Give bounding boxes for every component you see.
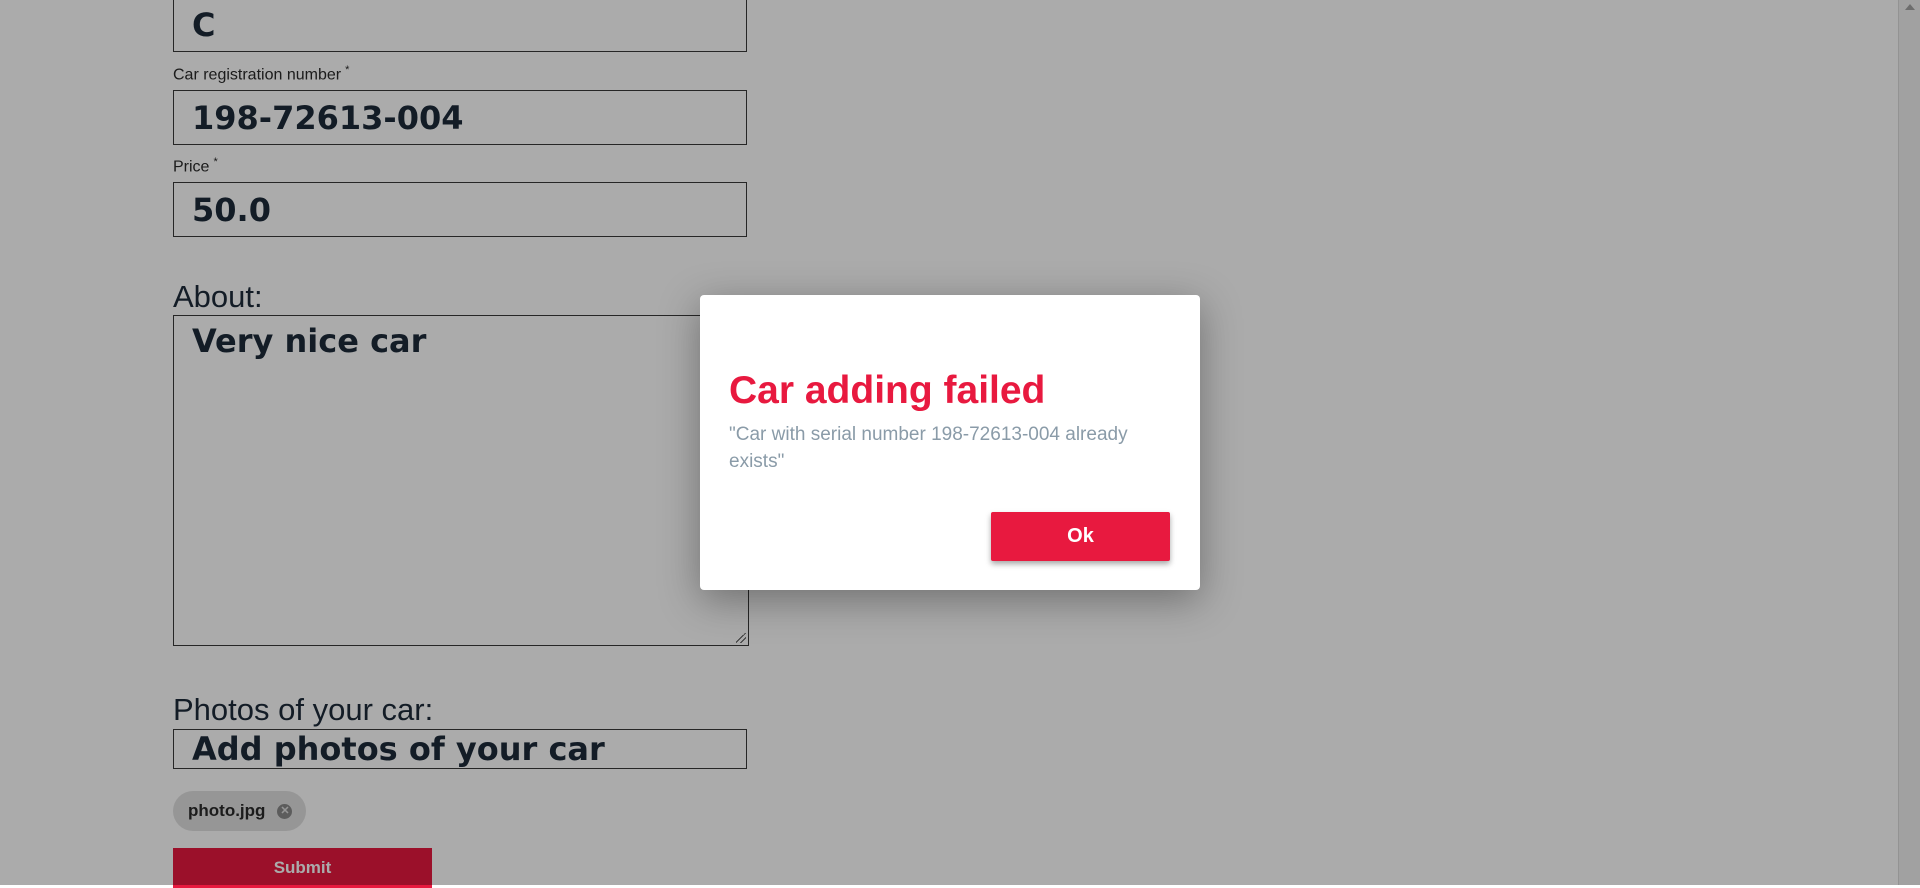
ok-button[interactable]: Ok (991, 512, 1170, 561)
dialog-message: "Car with serial number 198-72613-004 al… (729, 424, 1128, 472)
error-dialog: Car adding failed "Car with serial numbe… (700, 295, 1200, 590)
dialog-title: Car adding failed (729, 369, 1046, 412)
